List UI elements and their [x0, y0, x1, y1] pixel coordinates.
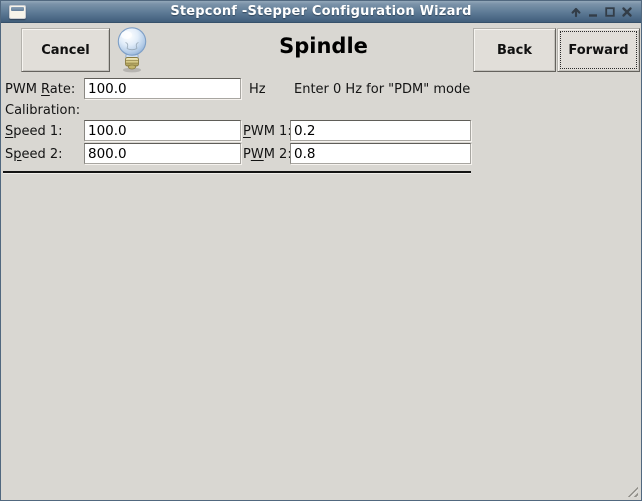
horizontal-separator — [3, 171, 471, 173]
close-window-icon[interactable] — [619, 4, 635, 20]
pwm2-label: PWM 2: — [243, 147, 292, 162]
pwm1-label: PWM 1: — [243, 124, 292, 139]
window-title: Stepconf -Stepper Configuration Wizard — [1, 4, 641, 19]
pwm-rate-input[interactable] — [84, 78, 241, 99]
titlebar: Stepconf -Stepper Configuration Wizard — [1, 1, 641, 23]
calibration-label: Calibration: — [5, 103, 80, 118]
pwm-rate-unit: Hz — [249, 82, 266, 97]
speed2-label: Speed 2: — [5, 147, 63, 162]
pwm2-label-mnemonic: W — [251, 147, 264, 162]
pwm-rate-label: PWM Rate: — [5, 82, 75, 97]
maximize-window-icon[interactable] — [602, 4, 618, 20]
speed1-label-post: peed 1: — [13, 124, 62, 139]
speed1-label: Speed 1: — [5, 124, 63, 139]
pwm1-label-post: WM 1: — [251, 124, 292, 139]
pwm-rate-label-post: ate: — [50, 82, 75, 97]
speed2-label-post: eed 2: — [22, 147, 63, 162]
stepconf-wizard-window: Stepconf -Stepper Configuration Wizard — [0, 0, 642, 501]
pdm-mode-hint: Enter 0 Hz for "PDM" mode — [294, 82, 470, 97]
cancel-button[interactable]: Cancel — [21, 28, 110, 72]
shade-window-icon[interactable] — [568, 4, 584, 20]
pwm-rate-label-mnemonic: R — [41, 82, 50, 97]
back-button[interactable]: Back — [473, 28, 556, 72]
pwm2-label-pre: P — [243, 147, 251, 162]
resize-grip[interactable] — [625, 484, 638, 497]
forward-button[interactable]: Forward — [557, 28, 640, 72]
pwm2-input[interactable] — [290, 143, 471, 164]
pwm-rate-label-pre: PWM — [5, 82, 41, 97]
speed1-input[interactable] — [84, 120, 241, 141]
lightbulb-icon — [113, 26, 151, 73]
pwm1-input[interactable] — [290, 120, 471, 141]
window-controls — [568, 3, 635, 21]
page-title: Spindle — [236, 34, 411, 58]
speed2-input[interactable] — [84, 143, 241, 164]
pwm2-label-post: M 2: — [264, 147, 292, 162]
pwm1-label-mnemonic: P — [243, 124, 251, 139]
minimize-window-icon[interactable] — [585, 4, 601, 20]
speed2-label-mnemonic: p — [13, 147, 21, 162]
